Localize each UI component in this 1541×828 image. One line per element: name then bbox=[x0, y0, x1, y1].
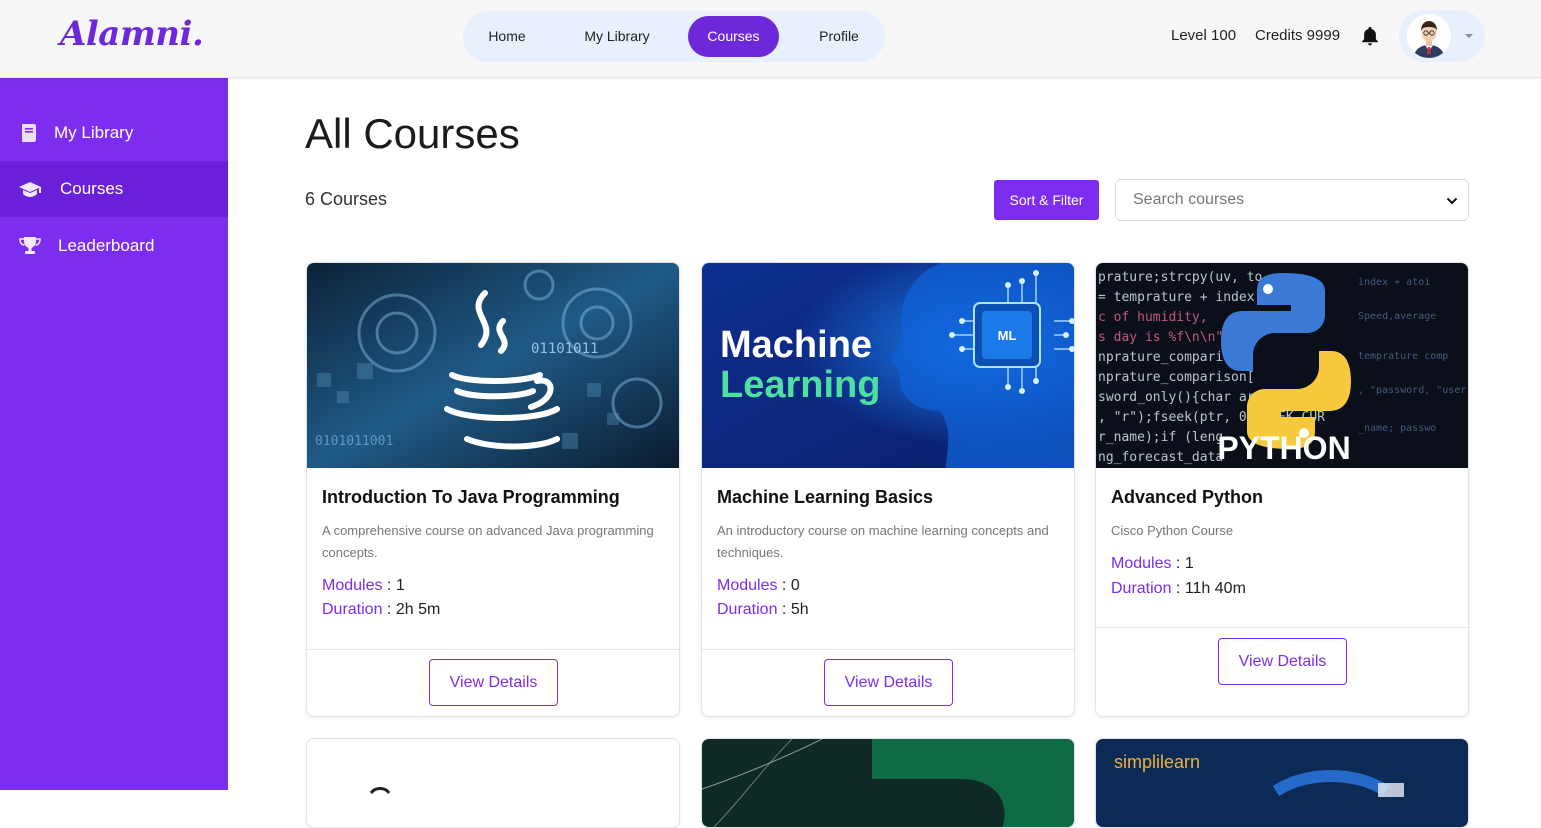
sort-filter-button[interactable]: Sort & Filter bbox=[994, 180, 1099, 220]
svg-text:r_name);if (leng: r_name);if (leng bbox=[1098, 430, 1223, 445]
course-modules: Modules : 1 bbox=[1111, 555, 1194, 573]
bell-icon[interactable] bbox=[1359, 24, 1381, 48]
sidebar-item-label: Courses bbox=[60, 179, 124, 198]
chevron-down-icon bbox=[1465, 34, 1473, 38]
modules-label: Modules bbox=[322, 577, 383, 594]
svg-text:nprature_compari: nprature_compari bbox=[1098, 350, 1223, 365]
top-bar: Alamni. Home My Library Courses Profile … bbox=[0, 0, 1541, 78]
svg-text:_name; passwo: _name; passwo bbox=[1358, 423, 1436, 434]
svg-text:ng_forecast_data: ng_forecast_data bbox=[1098, 450, 1223, 465]
svg-text:, "password, "user: , "password, "user bbox=[1358, 385, 1466, 396]
course-card-partial: simplilearn bbox=[1095, 738, 1469, 828]
svg-text:prature;strcpy(uv, to: prature;strcpy(uv, to bbox=[1098, 270, 1262, 285]
svg-text:c of humidity,: c of humidity, bbox=[1098, 310, 1208, 325]
course-duration: Duration : 5h bbox=[717, 601, 809, 619]
svg-text:Speed,average: Speed,average bbox=[1358, 311, 1436, 322]
course-description: An introductory course on machine learni… bbox=[717, 523, 1049, 560]
simplilearn-logo: simplilearn bbox=[1114, 752, 1200, 772]
sidebar-item-label: Leaderboard bbox=[58, 236, 155, 255]
sidebar-item-label: My Library bbox=[54, 123, 134, 142]
search-input[interactable] bbox=[1115, 179, 1329, 221]
card-divider bbox=[1096, 627, 1468, 628]
course-card: ML Machine Learning Machine Learning Bas… bbox=[701, 262, 1075, 717]
book-icon bbox=[22, 124, 36, 142]
chevron-down-icon bbox=[1446, 197, 1458, 205]
modules-value: : 1 bbox=[382, 577, 405, 594]
nav-home[interactable]: Home bbox=[473, 16, 541, 57]
modules-label: Modules bbox=[1111, 555, 1172, 572]
course-count: 6 Courses bbox=[305, 189, 388, 209]
course-thumbnail-partial bbox=[702, 739, 1074, 827]
course-thumbnail-partial bbox=[307, 739, 679, 827]
course-thumbnail-ml: ML Machine Learning bbox=[702, 263, 1074, 468]
svg-text:= temprature + index: = temprature + index bbox=[1098, 290, 1255, 305]
category-select[interactable] bbox=[1328, 179, 1469, 221]
course-thumbnail-python: prature;strcpy(uv, to = temprature + ind… bbox=[1096, 263, 1468, 468]
course-modules: Modules : 1 bbox=[322, 577, 405, 595]
duration-label: Duration bbox=[1111, 580, 1172, 597]
nav-courses[interactable]: Courses bbox=[688, 16, 779, 57]
duration-value: : 11h 40m bbox=[1171, 580, 1246, 597]
modules-label: Modules bbox=[717, 577, 778, 594]
duration-value: : 5h bbox=[777, 601, 809, 618]
nav-my-library[interactable]: My Library bbox=[571, 16, 663, 57]
svg-text:index + atoi: index + atoi bbox=[1358, 277, 1430, 288]
sidebar-item-courses[interactable]: Courses bbox=[0, 161, 228, 217]
thumb-title-line2: Learning bbox=[720, 364, 880, 406]
course-thumbnail-java: 01101011 0101011001 bbox=[307, 263, 679, 468]
course-card-partial bbox=[306, 738, 680, 828]
view-details-button[interactable]: View Details bbox=[1218, 638, 1347, 685]
credits-indicator: Credits 9999 bbox=[1255, 27, 1341, 44]
svg-text:s day is %f\n\n": s day is %f\n\n" bbox=[1098, 330, 1223, 345]
modules-value: : 0 bbox=[777, 577, 800, 594]
page-title: All Courses bbox=[305, 110, 520, 157]
course-card-partial bbox=[701, 738, 1075, 828]
user-menu[interactable] bbox=[1399, 10, 1485, 62]
course-card: prature;strcpy(uv, to = temprature + ind… bbox=[1095, 262, 1469, 717]
course-title: Machine Learning Basics bbox=[717, 487, 934, 507]
course-description: A comprehensive course on advanced Java … bbox=[322, 523, 654, 560]
sidebar-item-leaderboard[interactable]: Leaderboard bbox=[0, 218, 228, 274]
nav-profile[interactable]: Profile bbox=[803, 16, 875, 57]
sidebar-item-my-library[interactable]: My Library bbox=[0, 105, 228, 161]
level-indicator: Level 100 bbox=[1171, 27, 1237, 44]
view-details-button[interactable]: View Details bbox=[824, 659, 953, 706]
svg-text:0101011001: 0101011001 bbox=[315, 434, 393, 449]
course-duration: Duration : 11h 40m bbox=[1111, 580, 1246, 598]
svg-text:temprature comp: temprature comp bbox=[1358, 351, 1448, 362]
course-title: Advanced Python bbox=[1111, 487, 1264, 507]
duration-value: : 2h 5m bbox=[382, 601, 441, 618]
course-card: 01101011 0101011001 Introduction To Java… bbox=[306, 262, 680, 717]
graduation-cap-icon bbox=[19, 182, 41, 197]
modules-value: : 1 bbox=[1171, 555, 1194, 572]
sidebar: My Library Courses Leaderboard bbox=[0, 78, 228, 790]
svg-text:01101011: 01101011 bbox=[531, 341, 598, 357]
course-thumbnail-partial: simplilearn bbox=[1096, 739, 1468, 827]
ml-badge: ML bbox=[998, 328, 1017, 343]
thumb-python-label: PYTHON bbox=[1217, 430, 1350, 466]
course-duration: Duration : 2h 5m bbox=[322, 601, 440, 619]
course-title: Introduction To Java Programming bbox=[322, 487, 620, 507]
thumb-title-line1: Machine bbox=[720, 324, 872, 366]
trophy-icon bbox=[19, 237, 41, 254]
duration-label: Duration bbox=[322, 601, 383, 618]
course-modules: Modules : 0 bbox=[717, 577, 800, 595]
view-details-button[interactable]: View Details bbox=[429, 659, 558, 706]
course-description: Cisco Python Course bbox=[1111, 523, 1234, 538]
main-nav: Home My Library Courses Profile bbox=[463, 11, 885, 62]
card-divider bbox=[307, 649, 679, 650]
duration-label: Duration bbox=[717, 601, 778, 618]
card-divider bbox=[702, 649, 1074, 650]
svg-text:sword_only(){char ar: sword_only(){char ar bbox=[1098, 390, 1255, 405]
svg-text:nprature_comparison[: nprature_comparison[ bbox=[1098, 370, 1255, 385]
app-logo[interactable]: Alamni. bbox=[60, 14, 204, 54]
avatar bbox=[1407, 14, 1451, 58]
